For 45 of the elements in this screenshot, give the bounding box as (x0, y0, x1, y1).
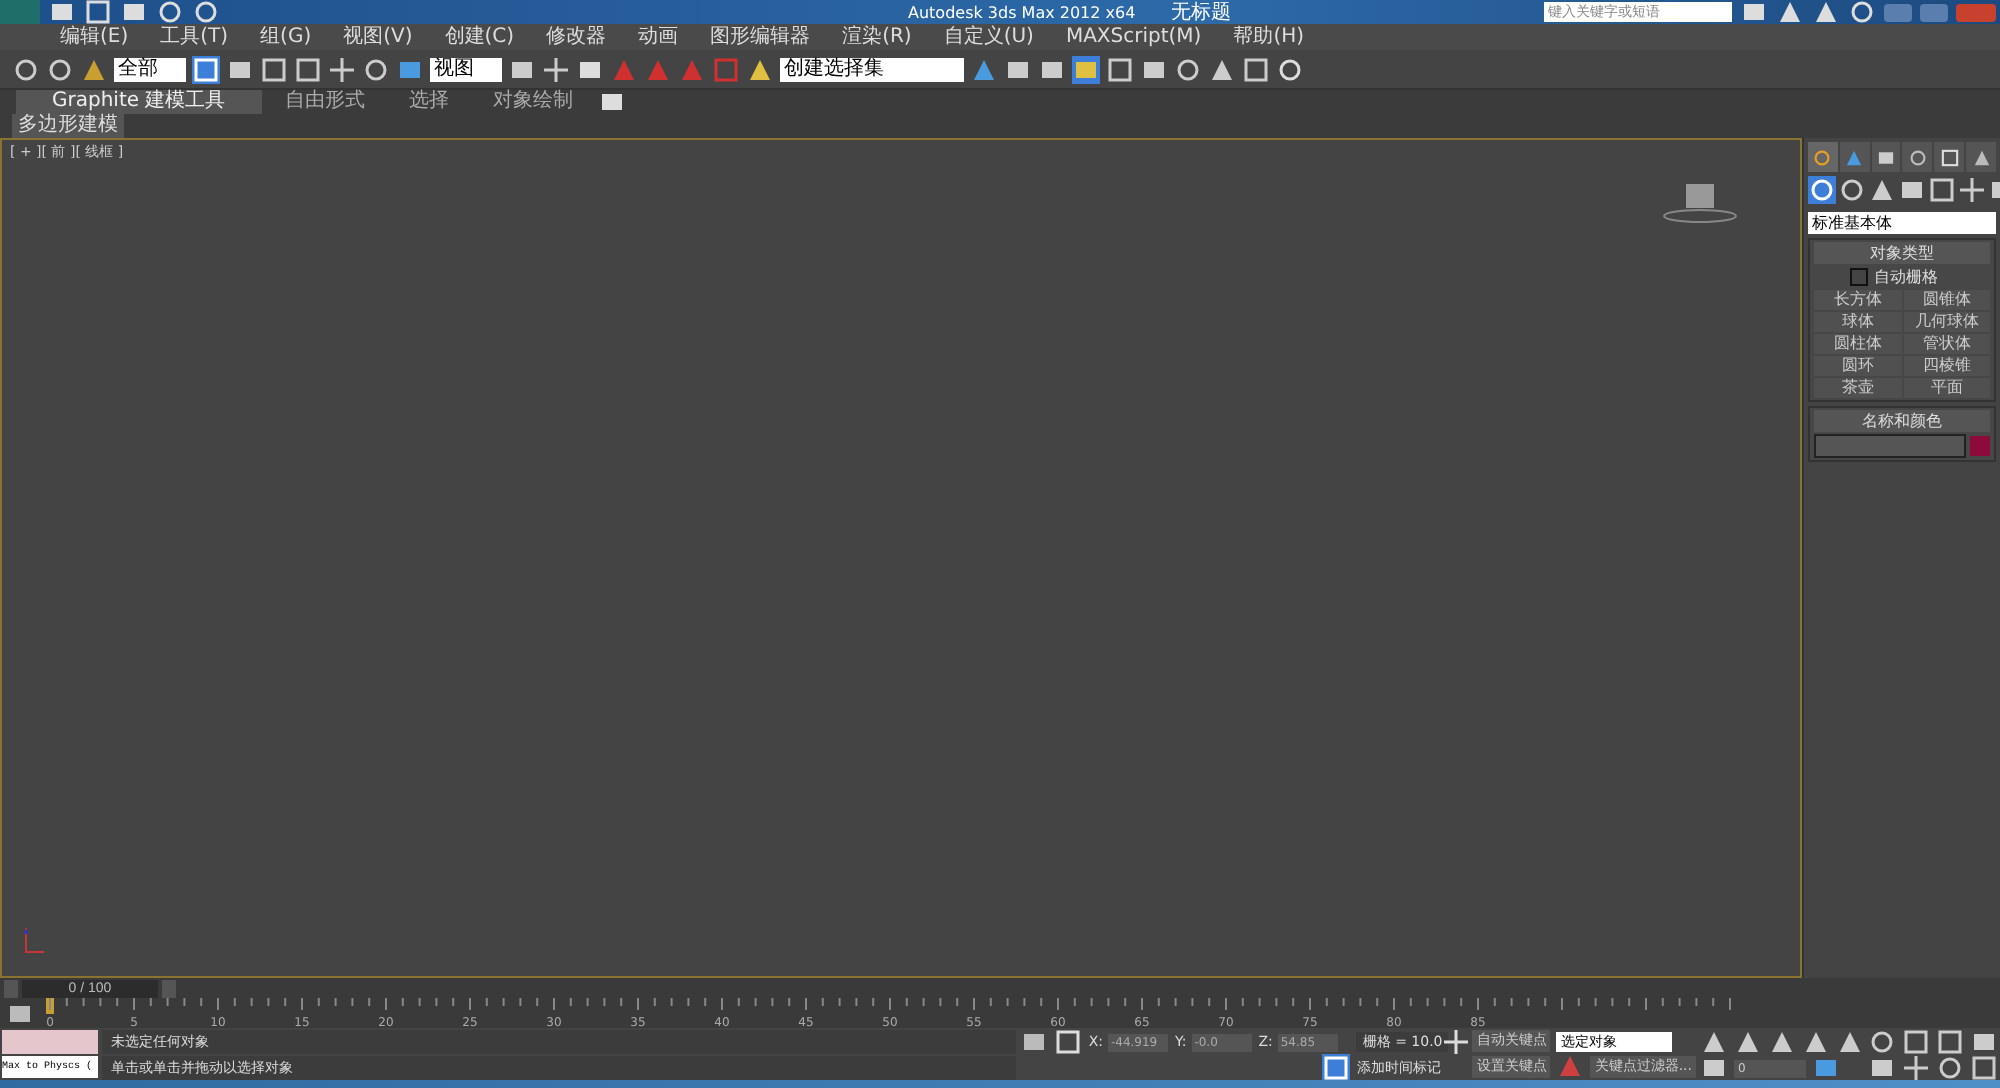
viewcube-icon[interactable] (1660, 180, 1740, 224)
menu-item[interactable]: 帮助(H) (1217, 24, 1321, 50)
object-type-button[interactable]: 管状体 (1903, 334, 1990, 354)
menu-item[interactable]: 编辑(E) (44, 24, 145, 50)
ribbon-tab[interactable]: 自由形式 (265, 90, 386, 114)
move-icon[interactable] (328, 55, 356, 83)
rollout-header[interactable]: 对象类型 (1814, 242, 1990, 264)
ribbon-tab[interactable]: Graphite 建模工具 (16, 90, 262, 114)
menu-item[interactable]: 渲染(R) (826, 24, 928, 50)
document-name: 无标题 (1171, 0, 1232, 26)
category-dropdown[interactable]: 标准基本体 (1808, 212, 1996, 234)
reference-coordinate-dropdown[interactable]: 视图 (430, 57, 502, 81)
menu-item[interactable]: 图形编辑器 (694, 24, 827, 50)
rotate-icon[interactable] (362, 55, 390, 83)
object-type-button[interactable]: 平面 (1903, 378, 1990, 398)
select-object-icon[interactable] (192, 55, 220, 83)
named-selection-dropdown[interactable]: 创建选择集 (780, 57, 964, 81)
axis-icon (22, 924, 46, 956)
selection-filter-dropdown[interactable]: 全部 (114, 57, 186, 81)
menu-item[interactable]: 视图(V) (327, 24, 429, 50)
listener-field[interactable] (2, 1030, 99, 1054)
checkbox-label: 自动栅格 (1874, 266, 1938, 288)
object-type-button[interactable]: 圆锥体 (1903, 290, 1990, 310)
menu-item[interactable]: 自定义(U) (927, 24, 1050, 50)
menu-item[interactable]: 动画 (622, 24, 695, 50)
object-type-button[interactable]: 球体 (1814, 312, 1901, 332)
menu-item[interactable]: 创建(C) (428, 24, 531, 50)
checkbox[interactable] (1850, 268, 1868, 286)
menu-item[interactable]: 工具(T) (144, 24, 245, 50)
object-type-button[interactable]: 圆环 (1814, 356, 1901, 376)
window-title: Autodesk 3ds Max 2012 x64 (908, 3, 1136, 21)
name-field[interactable] (1814, 434, 1966, 458)
object-type-button[interactable]: 长方体 (1814, 290, 1901, 310)
ribbon-tab[interactable]: 对象绘制 (473, 90, 594, 114)
menu-item[interactable]: 组(G) (244, 24, 328, 50)
menu-item[interactable]: 修改器 (530, 24, 623, 50)
object-type-button[interactable]: 圆柱体 (1814, 334, 1901, 354)
ribbon-tab[interactable]: 选择 (389, 90, 470, 114)
object-type-button[interactable]: 茶壶 (1814, 378, 1901, 398)
color-swatch[interactable] (1970, 436, 1990, 456)
object-type-button[interactable]: 几何球体 (1903, 312, 1990, 332)
panel-tab[interactable]: 多边形建模 (12, 114, 124, 138)
menu-item[interactable]: MAXScript(M) (1049, 24, 1218, 50)
rollout-header[interactable]: 名称和颜色 (1814, 410, 1990, 432)
object-type-button[interactable]: 四棱锥 (1903, 356, 1990, 376)
